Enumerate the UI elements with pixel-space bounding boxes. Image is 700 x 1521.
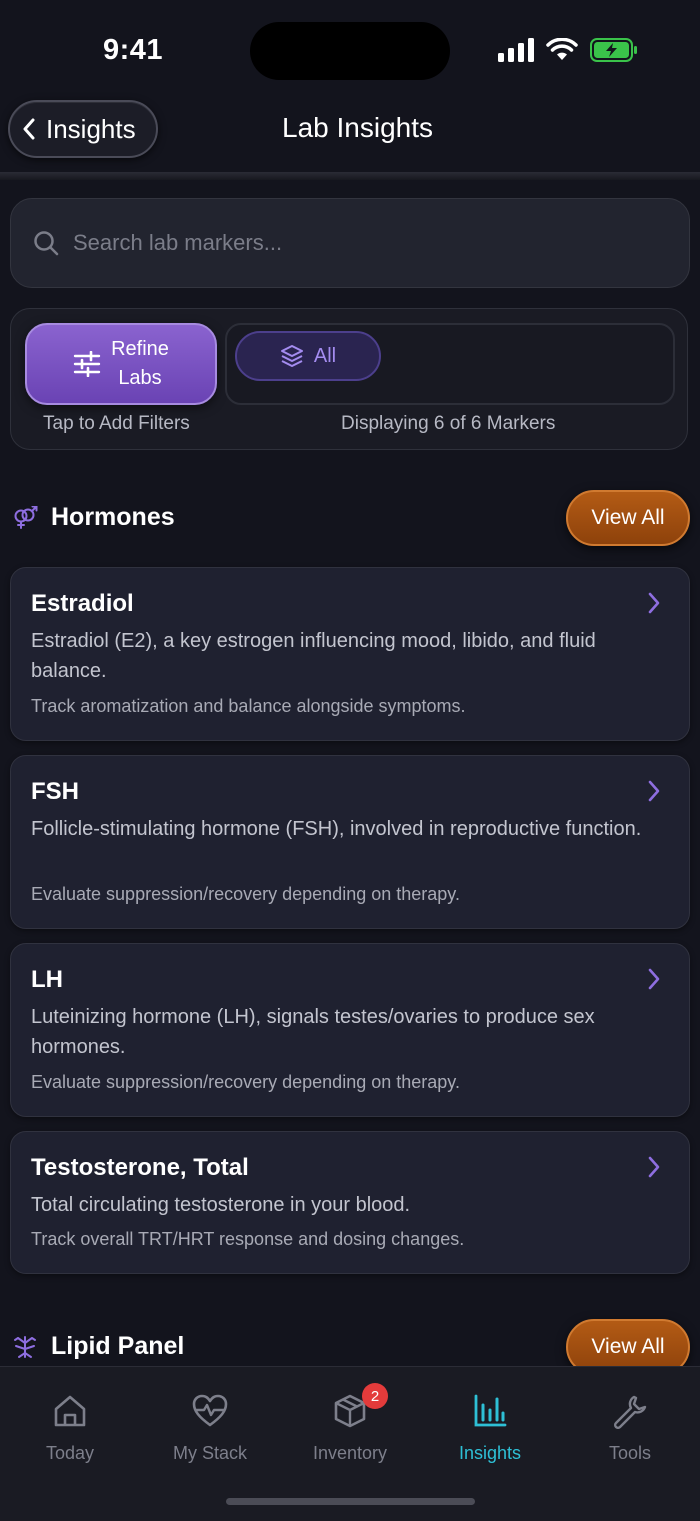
card-title: Estradiol	[31, 590, 134, 617]
tab-today[interactable]: Today	[0, 1391, 140, 1464]
section-title: Lipid Panel	[51, 1332, 185, 1360]
notification-badge: 2	[362, 1383, 388, 1409]
card-description: Luteinizing hormone (LH), signals testes…	[31, 1006, 595, 1058]
marker-count: Displaying 6 of 6 Markers	[341, 413, 556, 434]
tab-my-stack[interactable]: My Stack	[140, 1391, 280, 1464]
chevron-right-icon	[648, 968, 660, 990]
heart-pulse-icon	[192, 1394, 228, 1427]
vessel-icon	[14, 1336, 36, 1358]
tab-inventory[interactable]: 2 Inventory	[280, 1383, 420, 1464]
wrench-icon	[613, 1395, 647, 1429]
status-time: 9:41	[103, 34, 164, 66]
navigation-header: Insights Lab Insights	[0, 96, 700, 178]
lab-card-lh[interactable]: LH Luteinizing hormone (LH), signals tes…	[10, 943, 690, 1117]
filter-chip-all-label: All	[313, 344, 337, 367]
lab-card-estradiol[interactable]: Estradiol Estradiol (E2), a key estrogen…	[10, 567, 690, 741]
status-icons	[498, 38, 638, 62]
card-title: Testosterone, Total	[31, 1154, 249, 1181]
status-bar: 9:41	[0, 0, 700, 100]
search-box[interactable]	[10, 198, 690, 288]
card-note: Evaluate suppression/recovery depending …	[31, 884, 460, 904]
view-all-button[interactable]: View All	[566, 490, 690, 546]
chevron-right-icon	[648, 780, 660, 802]
card-title: LH	[31, 966, 63, 993]
search-input[interactable]	[73, 230, 633, 256]
home-icon	[54, 1395, 86, 1427]
home-indicator	[226, 1498, 475, 1505]
refine-labs-button[interactable]: Refine Labs	[25, 323, 217, 405]
card-note: Track overall TRT/HRT response and dosin…	[31, 1229, 465, 1249]
card-title: FSH	[31, 778, 79, 805]
refine-labs-label: Refine Labs	[111, 338, 169, 389]
dynamic-island	[250, 22, 450, 80]
filter-hint: Tap to Add Filters	[43, 413, 190, 434]
bar-chart-icon	[474, 1394, 507, 1427]
chevron-right-icon	[648, 1156, 660, 1178]
cellular-signal-icon	[498, 38, 534, 62]
card-description: Follicle-stimulating hormone (FSH), invo…	[31, 818, 642, 840]
header-divider	[0, 172, 700, 180]
page-title: Lab Insights	[282, 112, 433, 143]
tab-label: Today	[45, 1443, 95, 1463]
filter-chip-all[interactable]: All	[235, 331, 381, 381]
search-icon	[34, 231, 59, 256]
lab-card-fsh[interactable]: FSH Follicle-stimulating hormone (FSH), …	[10, 755, 690, 929]
tab-insights[interactable]: Insights	[420, 1391, 560, 1464]
filter-chip-area: All	[225, 323, 675, 405]
section-title: Hormones	[51, 503, 175, 531]
card-description: Total circulating testosterone in your b…	[31, 1194, 411, 1216]
gender-icon	[14, 506, 38, 529]
layers-icon	[280, 345, 303, 367]
card-note: Evaluate suppression/recovery depending …	[31, 1072, 460, 1092]
section-header-hormones: Hormones View All	[0, 490, 700, 550]
chevron-right-icon	[648, 592, 660, 614]
card-description: Estradiol (E2), a key estrogen influenci…	[31, 630, 596, 682]
tab-label: Insights	[458, 1443, 522, 1463]
lab-card-testosterone-total[interactable]: Testosterone, Total Total circulating te…	[10, 1131, 690, 1274]
tab-label: Inventory	[312, 1443, 388, 1463]
tab-tools[interactable]: Tools	[560, 1391, 700, 1464]
sliders-icon	[73, 351, 101, 377]
tab-label: My Stack	[172, 1443, 247, 1463]
wifi-icon	[546, 38, 578, 60]
card-note: Track aromatization and balance alongsid…	[31, 696, 466, 716]
tab-label: Tools	[608, 1443, 652, 1463]
filter-panel: Refine Labs All Tap to Add Filters Displ…	[10, 308, 688, 450]
battery-charging-icon	[590, 38, 637, 62]
